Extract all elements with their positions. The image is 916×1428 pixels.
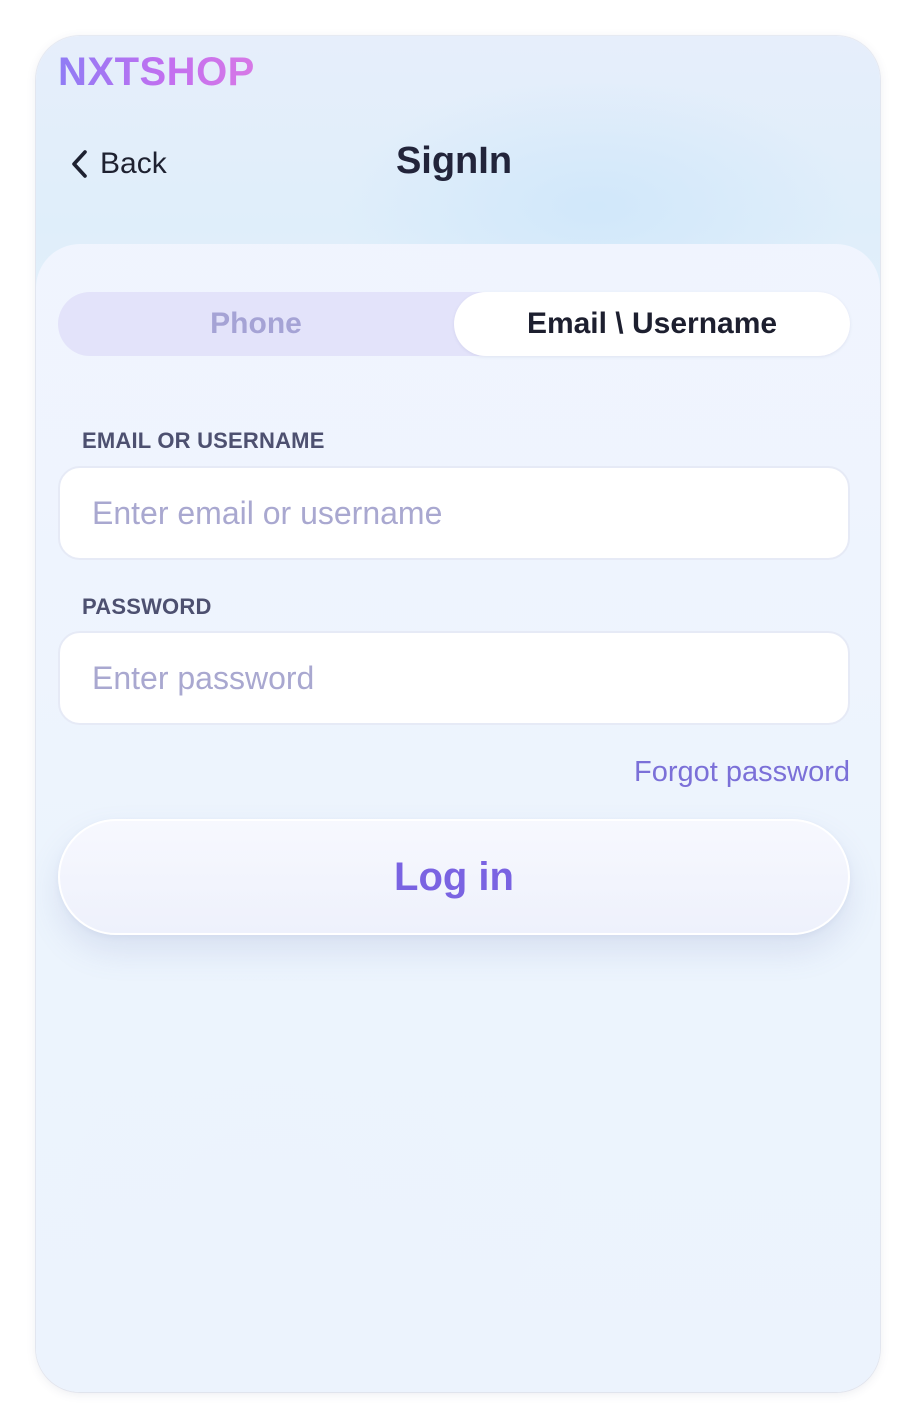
page-title: SignIn — [395, 140, 513, 182]
login-button[interactable]: Log in — [58, 819, 850, 935]
app-window: NXTSHOP Back SignIn Phone Email \ Userna… — [36, 36, 880, 1392]
email-field-label: EMAIL OR USERNAME — [82, 428, 325, 453]
login-method-tabs: Phone Email \ Username — [58, 292, 850, 356]
brand-logo: NXTSHOP — [58, 50, 255, 94]
navigation-bar: Back SignIn — [36, 126, 880, 202]
password-field-label: PASSWORD — [82, 594, 212, 619]
tab-phone[interactable]: Phone — [58, 292, 454, 356]
email-or-username-input[interactable] — [58, 466, 850, 560]
forgot-password-link[interactable]: Forgot password — [634, 756, 850, 789]
tab-email-username[interactable]: Email \ Username — [454, 292, 850, 356]
password-input[interactable] — [58, 631, 850, 725]
signin-panel: Phone Email \ Username EMAIL OR USERNAME… — [36, 244, 880, 1392]
